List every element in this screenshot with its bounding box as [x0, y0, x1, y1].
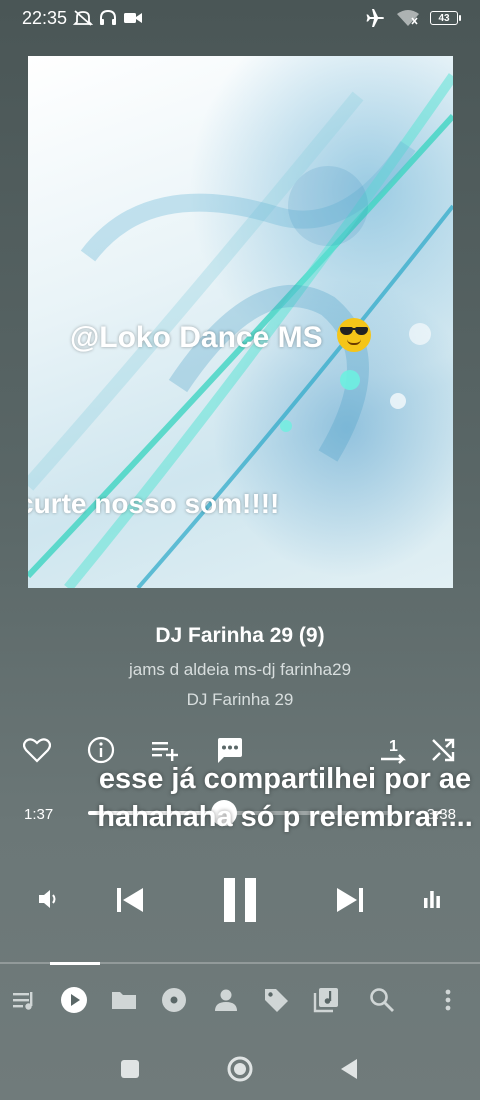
- song-artist[interactable]: jams d aldeia ms-dj farinha29: [0, 660, 480, 680]
- system-navigation-bar: [0, 1052, 480, 1086]
- tag-icon[interactable]: [260, 984, 292, 1016]
- svg-text:1: 1: [389, 738, 398, 755]
- album-art[interactable]: @Loko Dance MS curte nosso som!!!!: [28, 56, 453, 588]
- skip-next-icon[interactable]: [332, 882, 368, 918]
- heart-icon[interactable]: [20, 733, 54, 767]
- bottom-nav: [0, 984, 480, 1018]
- airplane-mode-icon: [364, 8, 386, 28]
- comment-overlay-text: esse já compartilhei por ae hahahaha só …: [97, 763, 473, 833]
- status-bar: 22:35 43: [0, 0, 480, 36]
- sunglasses-emoji-icon: [336, 318, 371, 352]
- album-art-overlay-text: @Loko Dance MS: [70, 318, 371, 355]
- equalizer-icon[interactable]: [418, 886, 446, 912]
- home-icon[interactable]: [223, 1052, 257, 1086]
- current-time: 1:37: [24, 806, 54, 823]
- artist-icon[interactable]: [210, 984, 242, 1016]
- transport-controls: [0, 872, 480, 928]
- mute-icon: [73, 9, 94, 27]
- recents-icon[interactable]: [113, 1052, 147, 1086]
- search-icon[interactable]: [366, 984, 398, 1016]
- folder-icon[interactable]: [108, 984, 140, 1016]
- volume-icon[interactable]: [34, 886, 64, 912]
- bottom-nav-active-indicator: [50, 962, 100, 965]
- wifi-icon: [396, 9, 420, 27]
- headphones-icon: [99, 9, 117, 27]
- song-album[interactable]: DJ Farinha 29: [0, 690, 480, 710]
- video-camera-icon: [123, 11, 143, 25]
- now-playing-icon[interactable]: [58, 984, 90, 1016]
- more-vertical-icon[interactable]: [432, 984, 464, 1016]
- battery-level: 43: [438, 12, 450, 24]
- playlist-icon[interactable]: [310, 984, 342, 1016]
- status-time: 22:35: [22, 7, 68, 28]
- pause-icon[interactable]: [214, 874, 266, 926]
- album-art-tagline: curte nosso som!!!!: [28, 488, 280, 519]
- battery-icon: 43: [430, 11, 461, 25]
- album-art-handle: @Loko Dance MS: [70, 321, 323, 354]
- song-title: DJ Farinha 29 (9): [155, 624, 325, 647]
- album-icon[interactable]: [158, 984, 190, 1016]
- queue-icon[interactable]: [8, 984, 40, 1016]
- back-icon[interactable]: [332, 1052, 366, 1086]
- skip-previous-icon[interactable]: [112, 882, 148, 918]
